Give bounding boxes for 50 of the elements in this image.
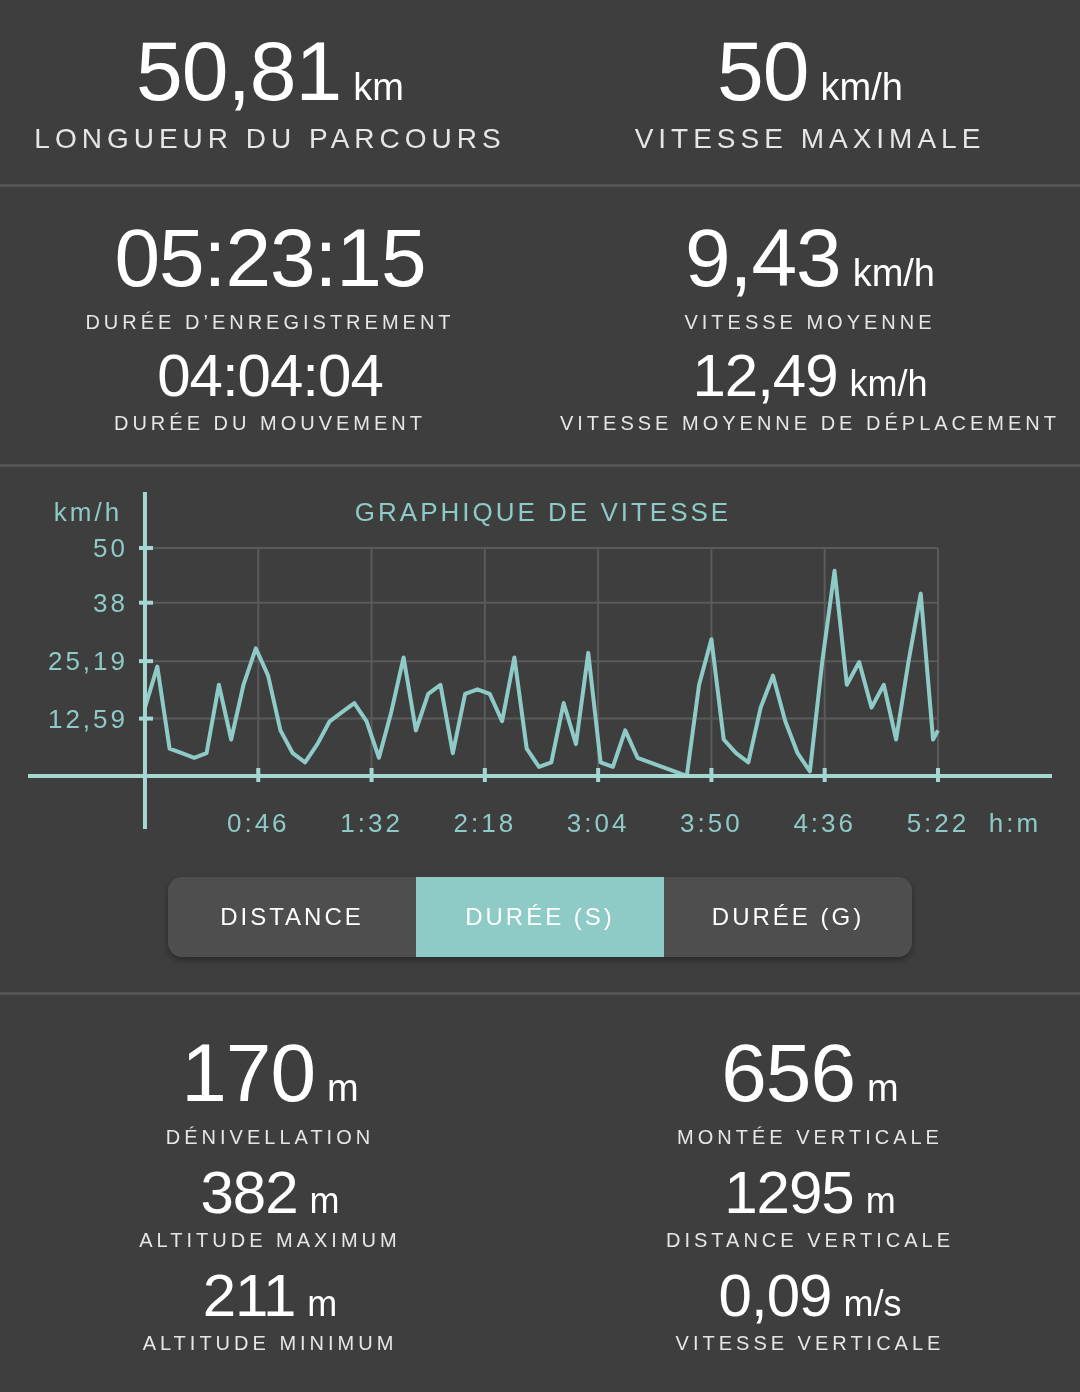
stat-value: 656 bbox=[721, 1032, 856, 1114]
tick-label: 3:04 bbox=[566, 808, 630, 837]
stat-label: ALTITUDE MINIMUM bbox=[142, 1332, 398, 1355]
chart-title: GRAPHIQUE DE VITESSE bbox=[354, 497, 732, 527]
tick-label: 5:22 bbox=[906, 808, 970, 837]
unit-label: km/h bbox=[852, 253, 935, 292]
stat-value: 9,43 bbox=[685, 216, 841, 299]
stat-value: 211 bbox=[202, 1266, 296, 1326]
stat-label: VITESSE MOYENNE bbox=[684, 310, 936, 334]
stat-label: DURÉE DU MOUVEMENT bbox=[114, 411, 426, 435]
stat-label: LONGUEUR DU PARCOURS bbox=[34, 123, 506, 155]
unit-label: m bbox=[867, 1069, 899, 1107]
stat-value: 0,09 bbox=[718, 1266, 832, 1326]
axis-label: h:m bbox=[988, 808, 1042, 837]
tick-label: 12,59 bbox=[47, 703, 128, 734]
tick-label: 3:50 bbox=[680, 808, 743, 837]
stat-value: 382 bbox=[200, 1163, 298, 1223]
tick-label: 2:18 bbox=[453, 808, 517, 837]
stat-value: 170 bbox=[181, 1032, 316, 1114]
stat-value: 50 bbox=[717, 29, 809, 113]
stat-label: VITESSE VERTICALE bbox=[675, 1332, 945, 1355]
tick-label: 4:36 bbox=[793, 808, 856, 837]
unit-label: km/h bbox=[849, 365, 928, 402]
stat-value: 50,81 bbox=[136, 29, 342, 113]
unit-label: km bbox=[353, 68, 404, 106]
stat-label: MONTÉE VERTICALE bbox=[677, 1126, 943, 1149]
tick-label: 25,19 bbox=[47, 646, 128, 677]
unit-label: m bbox=[309, 1183, 340, 1219]
unit-label: m bbox=[327, 1069, 359, 1107]
tick-label: 38 bbox=[93, 587, 128, 618]
tick-label: 1:32 bbox=[340, 808, 403, 837]
mode-tab[interactable]: DISTANCE bbox=[168, 877, 416, 957]
stat-label: DÉNIVELLATION bbox=[165, 1126, 375, 1149]
unit-label: m bbox=[307, 1286, 338, 1322]
stat-label: ALTITUDE MAXIMUM bbox=[139, 1229, 401, 1252]
stat-value: 05:23:15 bbox=[114, 216, 426, 299]
unit-label: km/h bbox=[820, 68, 903, 106]
unit-label: m/s bbox=[843, 1286, 902, 1322]
tick-label: 50 bbox=[93, 533, 128, 563]
stat-label: VITESSE MAXIMALE bbox=[634, 123, 986, 155]
stat-value: 1295 bbox=[724, 1163, 854, 1223]
mode-tab[interactable]: DURÉE (G) bbox=[664, 877, 912, 957]
axis-label: km/h bbox=[53, 497, 123, 527]
stat-label: DISTANCE VERTICALE bbox=[666, 1229, 954, 1252]
stat-value: 12,49 bbox=[692, 345, 838, 406]
stat-label: VITESSE MOYENNE DE DÉPLACEMENT bbox=[559, 411, 1061, 435]
tick-label: 0:46 bbox=[226, 808, 290, 837]
stat-label: DURÉE D’ENREGISTREMENT bbox=[85, 310, 455, 334]
unit-label: m bbox=[865, 1183, 896, 1219]
stat-value: 04:04:04 bbox=[157, 345, 383, 406]
